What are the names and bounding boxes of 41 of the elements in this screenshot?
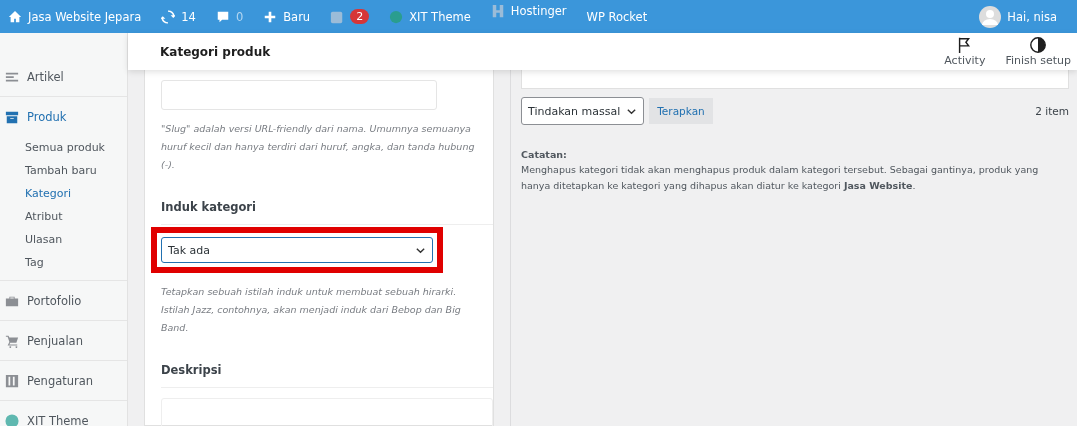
bulk-action-select[interactable]: Tindakan massal — [521, 97, 645, 125]
menu-item[interactable]: Penjualan — [0, 321, 127, 361]
submenu-item[interactable]: Tag — [0, 251, 127, 274]
note-title: Catatan: — [521, 149, 568, 160]
menu-item[interactable]: Produk — [0, 97, 127, 136]
submenu-item[interactable]: Kategori — [0, 182, 127, 205]
plus-icon — [263, 9, 278, 24]
submenu-item[interactable]: Atribut — [0, 205, 127, 228]
refresh-icon — [161, 9, 176, 24]
theme-logo-icon — [389, 9, 404, 24]
header-action[interactable]: Activity — [944, 36, 986, 67]
parent-label: Induk kategori — [161, 200, 493, 225]
plugin-logo-icon — [330, 9, 345, 24]
slug-field[interactable] — [161, 80, 437, 110]
hosting-logo-icon — [490, 4, 505, 18]
parent-hint: Tetapkan sebuah istilah induk untuk membuat sebuah hirarki. Istilah Jazz, contohnya, akan menjadi induk dari Bebop dan Big Band. — [161, 285, 462, 335]
note-text: Menghapus kategori tidak akan menghapus produk dalam kategori tersebut. Sebagai gantinya, produk yang hanya ditetapkan ke kategori yang dihapus akan diatur ke kategori Jasa Website. — [521, 163, 1040, 193]
theme-logo-icon — [5, 413, 19, 426]
submenu-item[interactable]: Semua produk — [0, 136, 127, 159]
cart-icon — [5, 333, 19, 348]
notification-badge: 2 — [350, 9, 370, 24]
menu-item[interactable]: XIT Theme — [0, 401, 127, 426]
parent-select[interactable]: Tak ada — [161, 237, 433, 263]
slug-hint: "Slug" adalah versi URL-friendly dari nama. Umumnya semuanya huruf kecil dan hanya terdiri dari huruf, angka, dan tanda hubung (-). — [161, 122, 476, 172]
comment-icon — [215, 9, 230, 24]
contrast-icon — [1029, 36, 1048, 54]
seo-link[interactable]: 2 — [330, 9, 370, 24]
menu-item[interactable]: Artikel — [0, 57, 127, 97]
header-action[interactable]: Finish setup — [1005, 36, 1071, 67]
home-icon — [8, 9, 22, 24]
menu-item[interactable]: Portofolio — [0, 281, 127, 321]
item-count: 2 item — [1035, 105, 1069, 117]
menu-item[interactable]: Pengaturan — [0, 361, 127, 401]
page-title: Kategori produk — [160, 44, 271, 59]
sliders-icon — [5, 373, 19, 388]
archive-icon — [5, 109, 19, 124]
apply-button[interactable]: Terapkan — [649, 98, 713, 124]
avatar-icon — [979, 5, 1002, 28]
submenu-item[interactable]: Ulasan — [0, 228, 127, 251]
submenu-item[interactable]: Tambah baru — [0, 159, 127, 182]
description-label: Deskripsi — [161, 363, 493, 388]
